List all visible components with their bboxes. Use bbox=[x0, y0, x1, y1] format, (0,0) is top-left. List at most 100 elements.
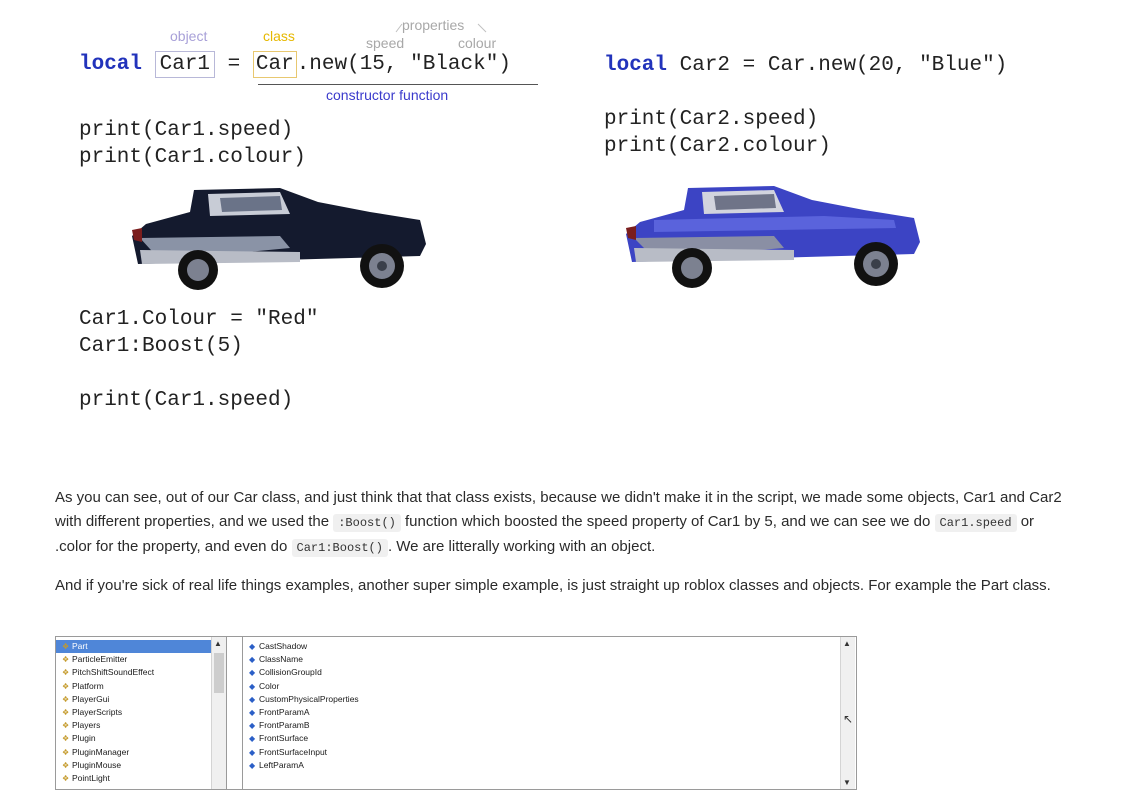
class-item-label: Part bbox=[72, 641, 88, 651]
property-item[interactable]: ◆ FrontSurface bbox=[243, 732, 855, 745]
code-line-car2-new: local Car2 = Car.new(20, "Blue") bbox=[604, 52, 1007, 79]
constructor-annotation: constructor function bbox=[326, 87, 449, 103]
class-icon: ❖ bbox=[62, 655, 70, 665]
property-icon: ◆ bbox=[249, 642, 256, 651]
inline-code-car1-speed: Car1.speed bbox=[934, 514, 1017, 532]
class-icon: ❖ bbox=[62, 773, 70, 783]
paragraph-text-1d: . We are litterally working with an obje… bbox=[387, 538, 656, 555]
property-list-scrollbar[interactable]: ▲ ▼ ↖ bbox=[840, 637, 855, 789]
class-icon: ❖ bbox=[62, 668, 70, 678]
property-icon: ◆ bbox=[249, 760, 256, 770]
class-item[interactable]: ❖ PluginMouse bbox=[56, 759, 226, 772]
paragraph-roblox-example: And if you're sick of real life things e… bbox=[55, 577, 1051, 594]
paragraph-text-1b: function which boosted the speed propert… bbox=[400, 513, 935, 530]
class-list: ❖ Part ❖ ParticleEmitter ❖ PitchShiftSoundEff… bbox=[56, 637, 227, 789]
class-icon: ❖ bbox=[62, 747, 70, 757]
class-item[interactable]: ❖ Plugin bbox=[56, 732, 226, 745]
property-item-label: FrontParamB bbox=[259, 720, 310, 731]
class-item[interactable]: ❖ PluginManager bbox=[56, 746, 226, 759]
class-item-label: PluginMouse bbox=[72, 759, 122, 770]
property-item-label: Color bbox=[259, 680, 280, 691]
property-icon: ◆ bbox=[249, 707, 256, 717]
property-item[interactable]: ◆ CustomPhysicalProperties bbox=[243, 693, 855, 706]
car-blue-image bbox=[626, 186, 920, 288]
class-item[interactable]: ❖ PlayerScripts bbox=[56, 706, 226, 719]
code-print-car1-speed: print(Car1.speed) bbox=[79, 119, 294, 142]
scroll-up-icon-2[interactable]: ▲ bbox=[843, 639, 851, 648]
class-item-label: Players bbox=[72, 720, 101, 731]
equals-sign: = bbox=[227, 53, 241, 76]
property-item[interactable]: ◆ FrontSurfaceInput bbox=[243, 746, 855, 759]
class-icon: ❖ bbox=[62, 681, 70, 691]
scroll-up-icon[interactable]: ▲ bbox=[214, 639, 222, 648]
inline-code-boost: :Boost() bbox=[333, 514, 401, 532]
mouse-cursor-icon: ↖ bbox=[843, 712, 854, 726]
class-icon: ❖ bbox=[62, 734, 70, 744]
property-item-label: ClassName bbox=[259, 654, 303, 665]
code-line-car1-new: local Car1 = Car .new(15, "Black") bbox=[79, 51, 511, 78]
property-icon: ◆ bbox=[249, 734, 256, 744]
class-item-label: PointLight bbox=[72, 772, 110, 783]
property-item[interactable]: ◆ Color bbox=[243, 680, 855, 693]
property-icon: ◆ bbox=[249, 694, 256, 704]
property-item-label: CastShadow bbox=[259, 641, 308, 651]
constructor-call: .new(15, "Black") bbox=[296, 53, 511, 76]
paragraph-explanation: As you can see, out of our Car class, an… bbox=[55, 486, 1070, 560]
property-item[interactable]: ◆ FrontParamB bbox=[243, 719, 855, 732]
code-print-car2-colour: print(Car2.colour) bbox=[604, 135, 831, 158]
class-icon: ❖ bbox=[62, 642, 70, 651]
code-set-colour: Car1.Colour = "Red" bbox=[79, 308, 319, 331]
property-icon: ◆ bbox=[249, 681, 256, 691]
class-list-scrollbar[interactable]: ▲ bbox=[211, 637, 226, 789]
colour-annotation: colour bbox=[458, 35, 497, 51]
property-icon: ◆ bbox=[249, 655, 256, 665]
properties-brace bbox=[395, 23, 487, 33]
property-icon: ◆ bbox=[249, 747, 256, 757]
scroll-thumb[interactable] bbox=[214, 653, 224, 693]
class-item-label: ParticleEmitter bbox=[72, 654, 128, 665]
code-boost-call: Car1:Boost(5) bbox=[79, 335, 243, 358]
property-icon: ◆ bbox=[249, 668, 256, 678]
class-item-label: Plugin bbox=[72, 733, 96, 744]
property-item[interactable]: ◆ CastShadow bbox=[243, 640, 855, 653]
class-icon: ❖ bbox=[62, 721, 70, 731]
class-icon: ❖ bbox=[62, 760, 70, 770]
speed-annotation: speed bbox=[366, 35, 405, 51]
property-icon: ◆ bbox=[249, 721, 256, 731]
class-item[interactable]: ❖ Players bbox=[56, 719, 226, 732]
code-print-car1-speed-2: print(Car1.speed) bbox=[79, 389, 294, 412]
code-print-car1-colour: print(Car1.colour) bbox=[79, 146, 306, 169]
scroll-down-icon[interactable]: ▼ bbox=[843, 778, 851, 787]
property-list: ◆ CastShadow ◆ ClassName ◆ CollisionGroupId ◆ C… bbox=[242, 637, 855, 789]
car-black-image bbox=[132, 188, 426, 290]
class-item-label: PlayerScripts bbox=[72, 706, 123, 717]
class-annotation: class bbox=[263, 28, 295, 44]
property-item[interactable]: ◆ LeftParamA bbox=[243, 759, 855, 772]
property-item-label: CustomPhysicalProperties bbox=[259, 693, 359, 704]
class-item[interactable]: ❖ PitchShiftSoundEffect bbox=[56, 666, 226, 679]
class-item-label: PlayerGui bbox=[72, 693, 110, 704]
class-icon: ❖ bbox=[62, 694, 70, 704]
constructor-underline bbox=[258, 84, 538, 85]
class-item-label: Platform bbox=[72, 680, 104, 691]
inline-code-car1-boost: Car1:Boost() bbox=[291, 539, 388, 557]
class-item[interactable]: ❖ ParticleEmitter bbox=[56, 653, 226, 666]
property-item-label: LeftParamA bbox=[259, 759, 304, 770]
class-item[interactable]: ❖ Platform bbox=[56, 680, 226, 693]
class-item[interactable]: ❖ PlayerGui bbox=[56, 693, 226, 706]
class-item-label: PitchShiftSoundEffect bbox=[72, 667, 155, 678]
class-item-label: PluginManager bbox=[72, 746, 130, 757]
property-item[interactable]: ◆ ClassName bbox=[243, 653, 855, 666]
property-item-label: FrontSurfaceInput bbox=[259, 746, 328, 757]
code-print-car2-speed: print(Car2.speed) bbox=[604, 108, 819, 131]
class-item[interactable]: ❖ PointLight bbox=[56, 772, 226, 785]
keyword-local-2: local bbox=[604, 54, 668, 77]
object-var-car1: Car1 bbox=[154, 51, 216, 78]
property-item[interactable]: ◆ FrontParamA bbox=[243, 706, 855, 719]
property-item-label: FrontParamA bbox=[259, 706, 310, 717]
roblox-explorer-panel: ❖ Part ❖ ParticleEmitter ❖ PitchShiftSoundEff… bbox=[55, 636, 857, 790]
class-item[interactable]: ❖ Part bbox=[56, 640, 226, 654]
property-item-label: FrontSurface bbox=[259, 733, 309, 744]
property-item[interactable]: ◆ CollisionGroupId bbox=[243, 666, 855, 679]
keyword-local: local bbox=[79, 53, 143, 76]
